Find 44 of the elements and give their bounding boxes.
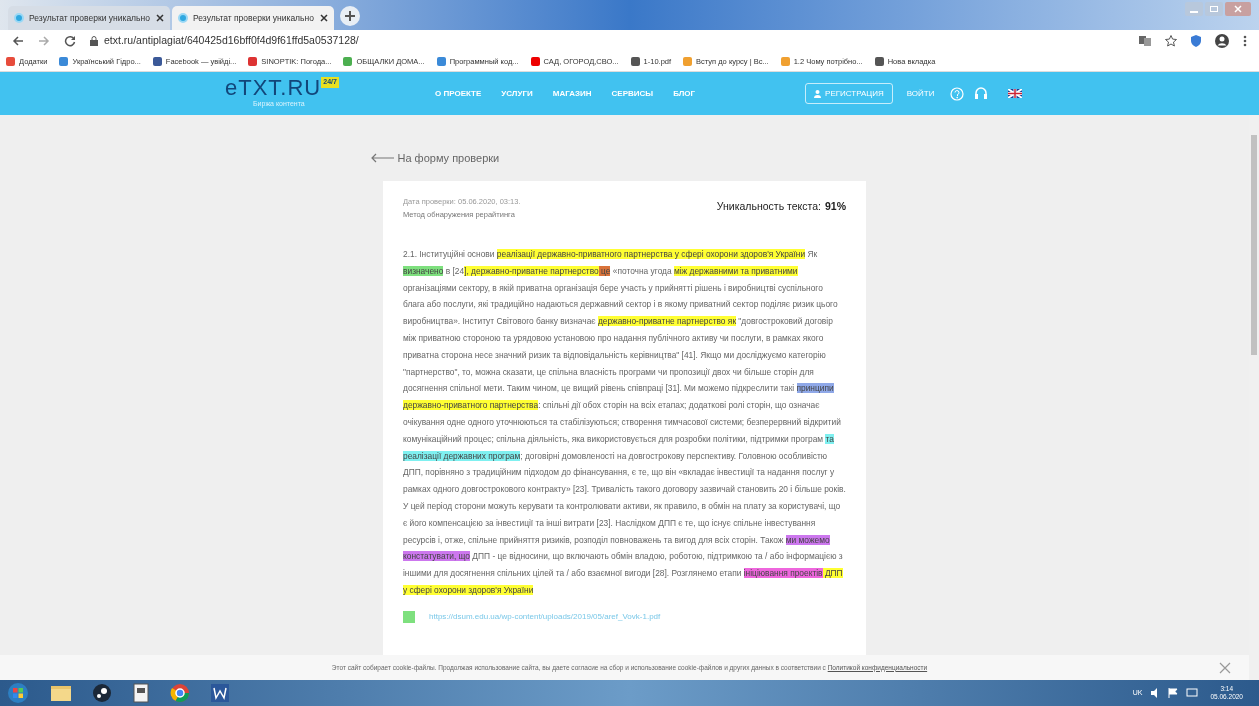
menu-icon[interactable] bbox=[1243, 35, 1247, 47]
lock-icon bbox=[90, 36, 98, 46]
uniqueness-label: Уникальность текста: bbox=[716, 198, 821, 214]
bookmark-icon bbox=[683, 57, 693, 66]
back-link[interactable]: На форму проверки bbox=[397, 150, 500, 167]
folder-icon[interactable] bbox=[50, 683, 72, 703]
bookmark-icon bbox=[6, 57, 15, 66]
bookmark-icon bbox=[343, 57, 353, 66]
close-icon[interactable] bbox=[320, 14, 328, 22]
tab-title: Результат проверки уникально bbox=[29, 11, 151, 25]
site-logo[interactable]: eTXT.RU bbox=[225, 77, 322, 100]
bookmark-icon bbox=[152, 57, 162, 66]
bookmark-icon bbox=[780, 57, 790, 66]
bookmark-icon bbox=[436, 57, 446, 66]
shield-icon[interactable] bbox=[1191, 35, 1201, 47]
document-icon[interactable] bbox=[132, 683, 150, 703]
address-field[interactable]: etxt.ru/antiplagiat/640425d16bff0f4d9f61ffd5a0537128/ bbox=[104, 33, 359, 49]
close-icon[interactable] bbox=[156, 14, 164, 22]
site-icon bbox=[14, 13, 24, 23]
user-icon bbox=[814, 89, 822, 98]
browser-tab[interactable]: Результат проверки уникально bbox=[172, 6, 334, 30]
plus-icon bbox=[345, 11, 355, 21]
steam-icon[interactable] bbox=[92, 683, 112, 703]
word-icon[interactable] bbox=[210, 683, 230, 703]
network-icon[interactable] bbox=[1186, 688, 1199, 698]
site-icon bbox=[178, 13, 188, 23]
account-icon[interactable] bbox=[1215, 34, 1229, 48]
bookmark-icon bbox=[248, 57, 258, 66]
start-icon[interactable] bbox=[6, 682, 30, 704]
bookmark-icon bbox=[530, 57, 540, 66]
reload-icon[interactable] bbox=[64, 35, 76, 47]
browser-tab[interactable]: Результат проверки уникально bbox=[8, 6, 170, 30]
flag-icon[interactable] bbox=[1008, 89, 1023, 98]
bookmark-icon bbox=[630, 57, 640, 66]
bookmark-icon bbox=[59, 57, 69, 66]
browser-icon[interactable] bbox=[170, 683, 190, 703]
bookmark-icon bbox=[874, 57, 884, 66]
back-arrow-icon[interactable] bbox=[369, 153, 394, 164]
star-icon[interactable] bbox=[1165, 35, 1177, 47]
translate-icon[interactable] bbox=[1139, 35, 1151, 47]
back-icon[interactable] bbox=[12, 35, 24, 47]
tab-title: Результат проверки уникально bbox=[193, 11, 315, 25]
new-tab-button[interactable] bbox=[340, 6, 360, 26]
uniqueness-value: 91% bbox=[825, 198, 846, 214]
